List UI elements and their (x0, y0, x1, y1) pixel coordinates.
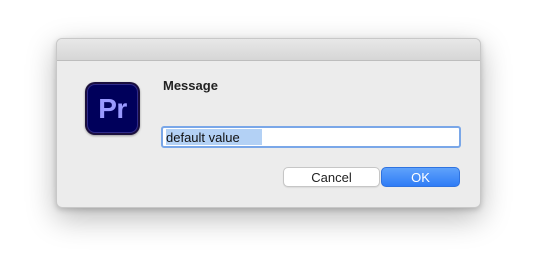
adobe-premiere-pro-icon: Pr (85, 82, 140, 135)
ok-button[interactable]: OK (381, 167, 460, 187)
dialog-message: Message (163, 78, 218, 93)
dialog-titlebar[interactable] (57, 39, 480, 61)
prompt-dialog: Pr Message Cancel OK (56, 38, 481, 208)
text-input-container[interactable] (161, 126, 461, 148)
cancel-button[interactable]: Cancel (283, 167, 380, 187)
prompt-text-input[interactable] (163, 128, 459, 146)
app-icon-label: Pr (98, 92, 127, 124)
